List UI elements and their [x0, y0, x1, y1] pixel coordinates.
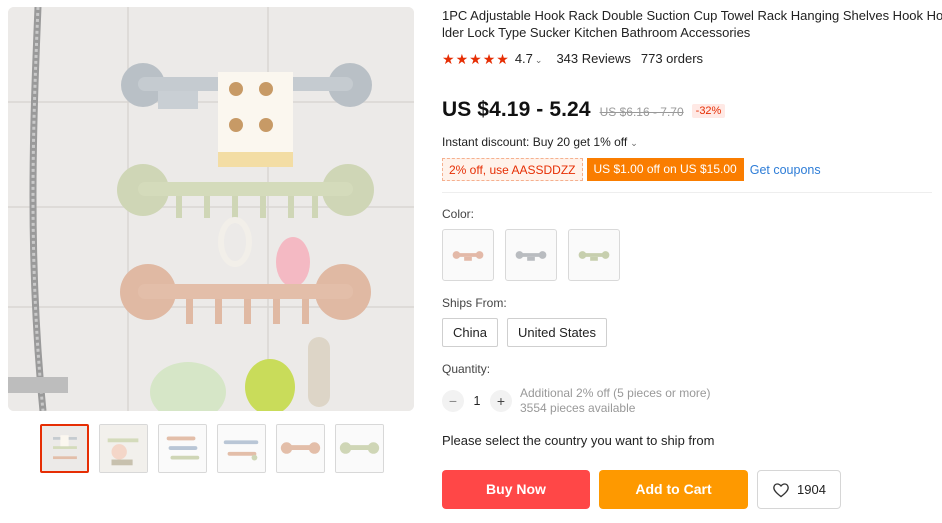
thumbnail-1[interactable]: [40, 424, 89, 473]
product-title-line-2: lder Lock Type Sucker Kitchen Bathroom A…: [442, 25, 751, 40]
color-swatch-green[interactable]: [568, 229, 620, 281]
chevron-down-icon: ⌄: [534, 55, 543, 65]
color-swatches: [442, 229, 620, 281]
ships-from-options: China United States: [442, 318, 608, 347]
thumbnail-5[interactable]: [276, 424, 325, 473]
thumbnail-2[interactable]: [99, 424, 148, 473]
product-title-line-1: 1PC Adjustable Hook Rack Double Suction …: [442, 8, 942, 23]
ship-option-united-states[interactable]: United States: [506, 318, 608, 347]
add-to-cart-button[interactable]: Add to Cart: [599, 470, 748, 509]
current-price: US $4.19 - 5.24: [442, 98, 591, 121]
orders-count: 773 orders: [640, 51, 704, 66]
wishlist-count: 1904: [797, 482, 826, 497]
reviews-link[interactable]: 343 Reviews: [556, 51, 630, 66]
color-label: Color:: [442, 207, 475, 221]
quantity-input[interactable]: 1: [464, 394, 490, 408]
get-coupons-link[interactable]: Get coupons: [750, 163, 821, 177]
rating-dropdown[interactable]: 4.7 ⌄: [515, 51, 543, 66]
quantity-decrease-button[interactable]: −: [442, 390, 464, 412]
star-icon: ★: [455, 50, 469, 67]
buy-now-button[interactable]: Buy Now: [442, 470, 590, 509]
thumbnail-3[interactable]: [158, 424, 207, 473]
star-icon: ★: [496, 50, 509, 67]
star-icon: ★: [442, 50, 455, 67]
color-swatch-pink[interactable]: [442, 229, 494, 281]
ships-from-label: Ships From:: [442, 296, 507, 310]
store-coupon-badge[interactable]: US $1.00 off on US $15.00: [586, 158, 744, 181]
quantity-increase-button[interactable]: +: [490, 390, 512, 412]
coupon-code-badge[interactable]: 2% off, use AASSDDZZ: [442, 158, 583, 181]
discount-badge: -32%: [691, 104, 726, 118]
coupon-row: 2% off, use AASSDDZZ US $1.00 off on US …: [442, 158, 821, 181]
star-icon: ★: [469, 50, 482, 67]
star-icon: ★: [482, 50, 496, 67]
rating-row: ★ ★ ★ ★ ★ 4.7 ⌄ 343 Reviews 773 orders: [442, 51, 703, 66]
quantity-label: Quantity:: [442, 362, 491, 376]
thumbnail-6[interactable]: [335, 424, 384, 473]
quantity-info: Additional 2% off (5 pieces or more) 355…: [520, 386, 711, 416]
chevron-down-icon: ⌄: [630, 138, 638, 148]
shipping-note: Please select the country you want to sh…: [442, 433, 715, 448]
thumbnail-strip: [40, 424, 384, 473]
price-row: US $4.19 - 5.24 US $6.16 - 7.70 -32%: [442, 98, 726, 122]
ship-option-china[interactable]: China: [442, 318, 498, 347]
color-swatch-gray[interactable]: [505, 229, 557, 281]
star-rating: ★ ★ ★ ★ ★: [442, 52, 509, 66]
pieces-available-text: 3554 pieces available: [520, 401, 636, 415]
main-product-image[interactable]: [8, 7, 414, 411]
quantity-stepper: − 1 + Additional 2% off (5 pieces or mor…: [442, 386, 711, 416]
product-title: 1PC Adjustable Hook Rack Double Suction …: [442, 7, 942, 41]
additional-discount-text: Additional 2% off (5 pieces or more): [520, 386, 711, 400]
heart-icon: [773, 482, 789, 497]
wishlist-button[interactable]: 1904: [757, 470, 841, 509]
instant-discount-text: Instant discount: Buy 20 get 1% off: [442, 135, 628, 149]
thumbnail-4[interactable]: [217, 424, 266, 473]
original-price: US $6.16 - 7.70: [599, 105, 684, 119]
rating-value: 4.7: [514, 51, 533, 66]
instant-discount[interactable]: Instant discount: Buy 20 get 1% off ⌄: [442, 135, 638, 149]
divider: [442, 192, 932, 193]
